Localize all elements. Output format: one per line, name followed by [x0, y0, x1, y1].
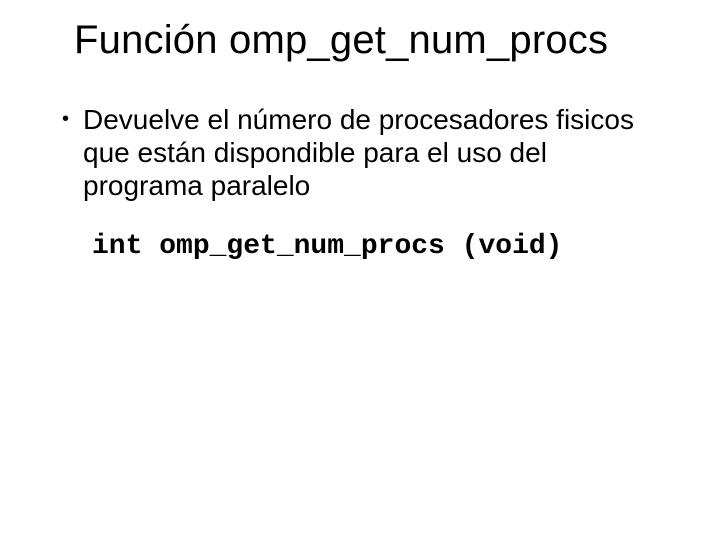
- slide-body: • Devuelve el número de procesadores fis…: [60, 103, 660, 263]
- slide: Función omp_get_num_procs • Devuelve el …: [0, 0, 720, 540]
- bullet-dot-icon: •: [62, 103, 69, 135]
- bullet-item: • Devuelve el número de procesadores fis…: [60, 103, 660, 202]
- slide-title: Función omp_get_num_procs: [74, 18, 660, 63]
- bullet-text: Devuelve el número de procesadores fisic…: [83, 103, 660, 202]
- code-signature: int omp_get_num_procs (void): [92, 230, 660, 263]
